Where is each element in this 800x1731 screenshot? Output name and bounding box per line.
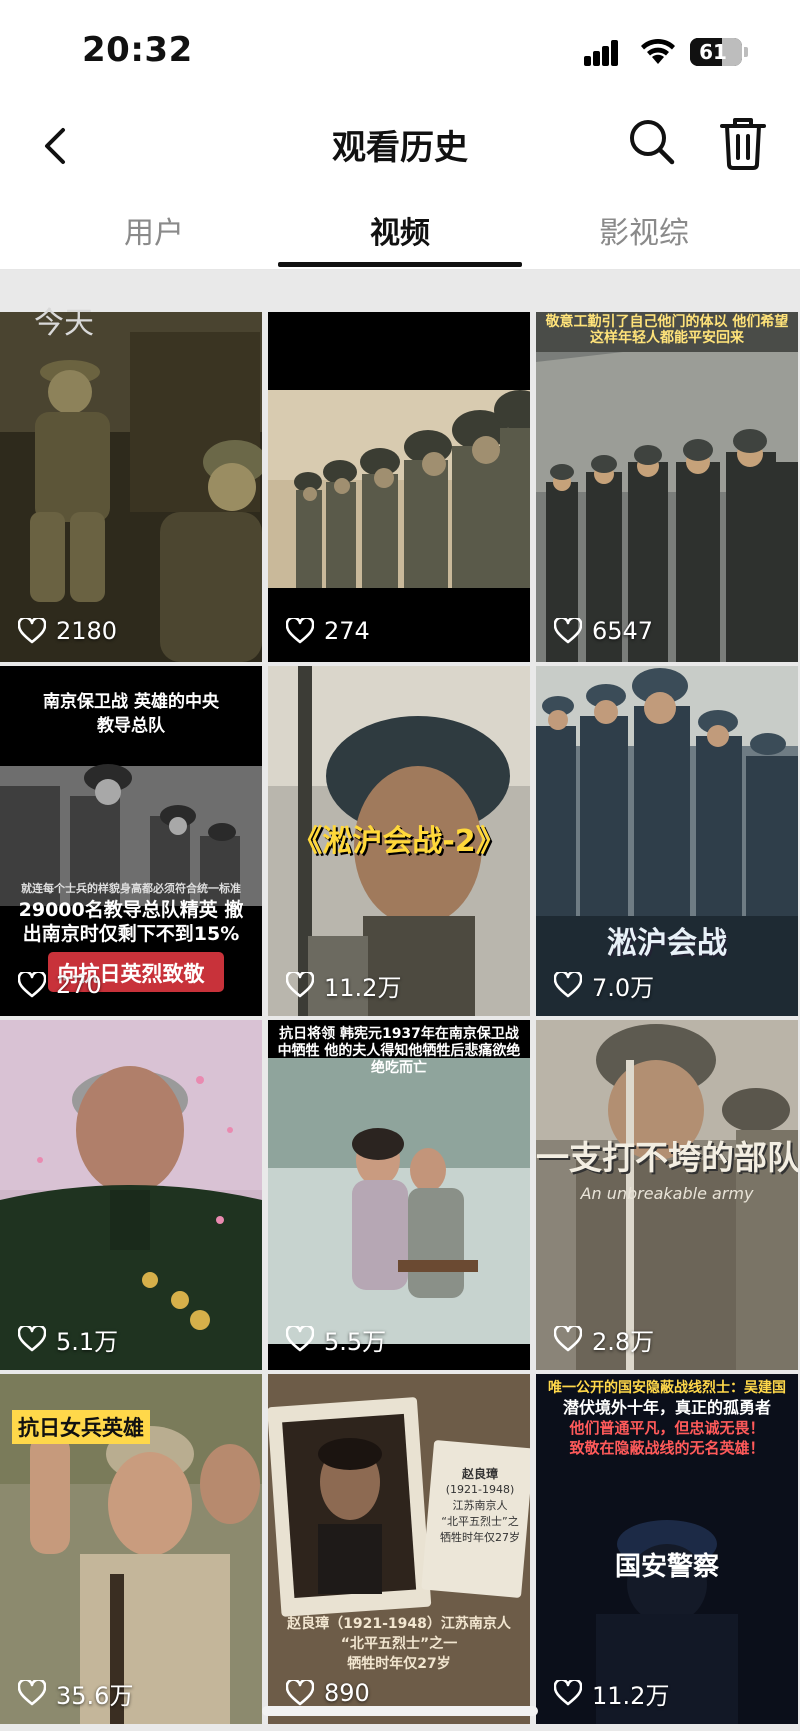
heart-icon: [286, 972, 314, 998]
section-label-today: 今天: [34, 306, 94, 341]
video-thumbnail: [536, 312, 798, 662]
tab-tv-shows[interactable]: 影视综: [544, 208, 744, 252]
page-title: 观看历史: [332, 128, 468, 168]
video-card-age: 牺牲时年仅27岁: [440, 1531, 520, 1544]
video-caption-line: 他们普通平凡，但忠诚无畏！: [569, 1419, 765, 1437]
like-count-row: 5.5万: [286, 1322, 386, 1356]
search-icon[interactable]: [624, 114, 680, 170]
video-tile[interactable]: 抗日将领 韩宪元1937年在南京保卫战中牺牲 他的夫人得知他牺牲后悲痛欲绝 绝吃…: [268, 1020, 530, 1370]
like-count: 7.0万: [592, 973, 655, 1002]
video-caption: 唯一公开的国安隐蔽战线烈士：吴建国 潜伏境外十年，真正的孤勇者 他们普通平凡，但…: [536, 1378, 798, 1458]
video-tile[interactable]: 赵良璋 (1921-1948) 江苏南京人 “北平五烈士”之 牺牲时年仅27岁 …: [268, 1374, 530, 1724]
video-thumbnail: [0, 1020, 262, 1370]
status-time: 20:32: [82, 30, 193, 70]
video-caption-line: “北平五烈士”之一: [340, 1636, 458, 1652]
trash-icon[interactable]: [716, 112, 770, 172]
like-count: 5.1万: [56, 1327, 119, 1356]
like-count-row: 11.2万: [286, 968, 401, 1002]
video-caption: 敬意工勤引了自己他门的体以 他们希望这样年轻人都能平安回来: [545, 314, 789, 346]
like-count-row: 270: [18, 968, 102, 1002]
video-caption: 抗日将领 韩宪元1937年在南京保卫战中牺牲 他的夫人得知他牺牲后悲痛欲绝 绝吃…: [277, 1026, 521, 1076]
video-card-years: (1921-1948): [445, 1483, 515, 1496]
video-caption-line: 致敬在隐蔽战线的无名英雄！: [569, 1439, 765, 1457]
video-card-note: 赵良璋 (1921-1948) 江苏南京人 “北平五烈士”之 牺牲时年仅27岁: [434, 1466, 526, 1546]
video-caption-line: 牺牲时年仅27岁: [347, 1656, 451, 1672]
heart-icon: [554, 1680, 582, 1706]
video-title: 国安警察: [614, 1552, 719, 1582]
video-card-place: 江苏南京人: [452, 1499, 508, 1512]
like-count-row: 2.8万: [554, 1322, 654, 1356]
like-count-row: 11.2万: [554, 1676, 669, 1710]
heart-icon: [554, 972, 582, 998]
video-card-title: “北平五烈士”之: [441, 1515, 519, 1528]
like-count: 35.6万: [56, 1681, 134, 1710]
video-caption: 一支打不垮的部队: [536, 1138, 798, 1177]
like-count: 270: [56, 971, 102, 999]
video-caption: 淞沪会战: [607, 926, 727, 961]
battery-cap: [744, 47, 748, 57]
nav-bar: 观看历史: [0, 100, 800, 190]
video-tile[interactable]: 南京保卫战 英雄的中央教导总队 就连每个士兵的样貌身高都必须符合统一标准 290…: [0, 666, 262, 1016]
status-bar: 20:32 61: [0, 0, 800, 100]
heart-icon: [286, 1680, 314, 1706]
like-count: 274: [324, 617, 370, 645]
heart-icon: [18, 1680, 46, 1706]
video-tile[interactable]: 淞沪会战 7.0万: [536, 666, 798, 1016]
video-caption: 南京保卫战 英雄的中央教导总队: [43, 692, 219, 736]
like-count-row: 5.1万: [18, 1322, 118, 1356]
like-count: 2180: [56, 617, 118, 645]
like-count: 11.2万: [324, 973, 402, 1002]
video-tile[interactable]: 敬意工勤引了自己他门的体以 他们希望这样年轻人都能平安回来 6547: [536, 312, 798, 662]
like-count-row: 2180: [18, 614, 117, 648]
home-indicator[interactable]: [262, 1706, 538, 1716]
video-tile[interactable]: 唯一公开的国安隐蔽战线烈士：吴建国 潜伏境外十年，真正的孤勇者 他们普通平凡，但…: [536, 1374, 798, 1724]
video-tile[interactable]: 5.1万: [0, 1020, 262, 1370]
video-thumbnail: [536, 666, 798, 1016]
video-tile[interactable]: 一支打不垮的部队 An unbreakable army 2.8万: [536, 1020, 798, 1370]
video-thumbnail: [268, 312, 530, 662]
wifi-icon: [641, 38, 675, 64]
video-subcaption: An unbreakable army: [580, 1184, 754, 1203]
heart-icon: [554, 1326, 582, 1352]
video-thumbnail: [0, 312, 262, 662]
like-count: 5.5万: [324, 1327, 387, 1356]
video-caption-line: 唯一公开的国安隐蔽战线烈士：吴建国: [548, 1380, 786, 1396]
battery-icon: 61: [690, 38, 742, 66]
video-tile[interactable]: 抗日女兵英雄 35.6万: [0, 1374, 262, 1724]
cellular-signal-icon: [584, 40, 626, 66]
video-caption: 赵良璋（1921-1948）江苏南京人 “北平五烈士”之一 牺牲时年仅27岁: [268, 1614, 530, 1674]
tab-active-indicator: [278, 262, 522, 267]
video-subcaption: 就连每个士兵的样貌身高都必须符合统一标准: [21, 882, 241, 895]
video-caption-secondary: 29000名教导总队精英 撤出南京时仅剩下不到15%: [18, 899, 244, 945]
video-caption-line: 潜伏境外十年，真正的孤勇者: [562, 1398, 771, 1417]
heart-icon: [18, 972, 46, 998]
like-count-row: 7.0万: [554, 968, 654, 1002]
like-count-row: 890: [286, 1676, 370, 1710]
heart-icon: [18, 1326, 46, 1352]
video-caption: 《淞沪会战-2》: [292, 824, 506, 859]
tab-videos[interactable]: 视频: [300, 208, 500, 252]
heart-icon: [18, 618, 46, 644]
like-count-row: 274: [286, 614, 370, 648]
like-count-row: 35.6万: [18, 1676, 133, 1710]
heart-icon: [554, 618, 582, 644]
tab-users[interactable]: 用户: [54, 208, 254, 252]
video-tile[interactable]: 《淞沪会战-2》 11.2万: [268, 666, 530, 1016]
like-count: 890: [324, 1679, 370, 1707]
video-tile[interactable]: 2180: [0, 312, 262, 662]
video-card-name: 赵良璋: [461, 1467, 498, 1481]
heart-icon: [286, 1326, 314, 1352]
tab-bar: 用户 视频 影视综: [0, 190, 800, 270]
battery-level: 61: [699, 40, 727, 64]
video-tile[interactable]: 274: [268, 312, 530, 662]
video-caption: 抗日女兵英雄: [12, 1410, 150, 1444]
video-caption-line: 赵良璋（1921-1948）江苏南京人: [287, 1616, 511, 1632]
like-count: 11.2万: [592, 1681, 670, 1710]
heart-icon: [286, 618, 314, 644]
video-grid: 今天 2180 274 敬意工勤引了自己他门的体以 他们希望这样年轻人都能平安回…: [0, 270, 800, 1731]
like-count: 6547: [592, 617, 654, 645]
like-count-row: 6547: [554, 614, 653, 648]
like-count: 2.8万: [592, 1327, 655, 1356]
